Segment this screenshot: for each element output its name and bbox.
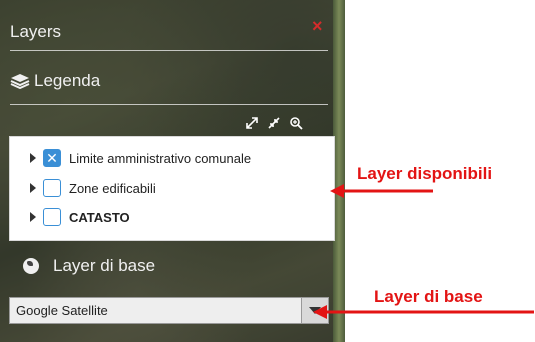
- annotation-arrow-base: [313, 305, 534, 319]
